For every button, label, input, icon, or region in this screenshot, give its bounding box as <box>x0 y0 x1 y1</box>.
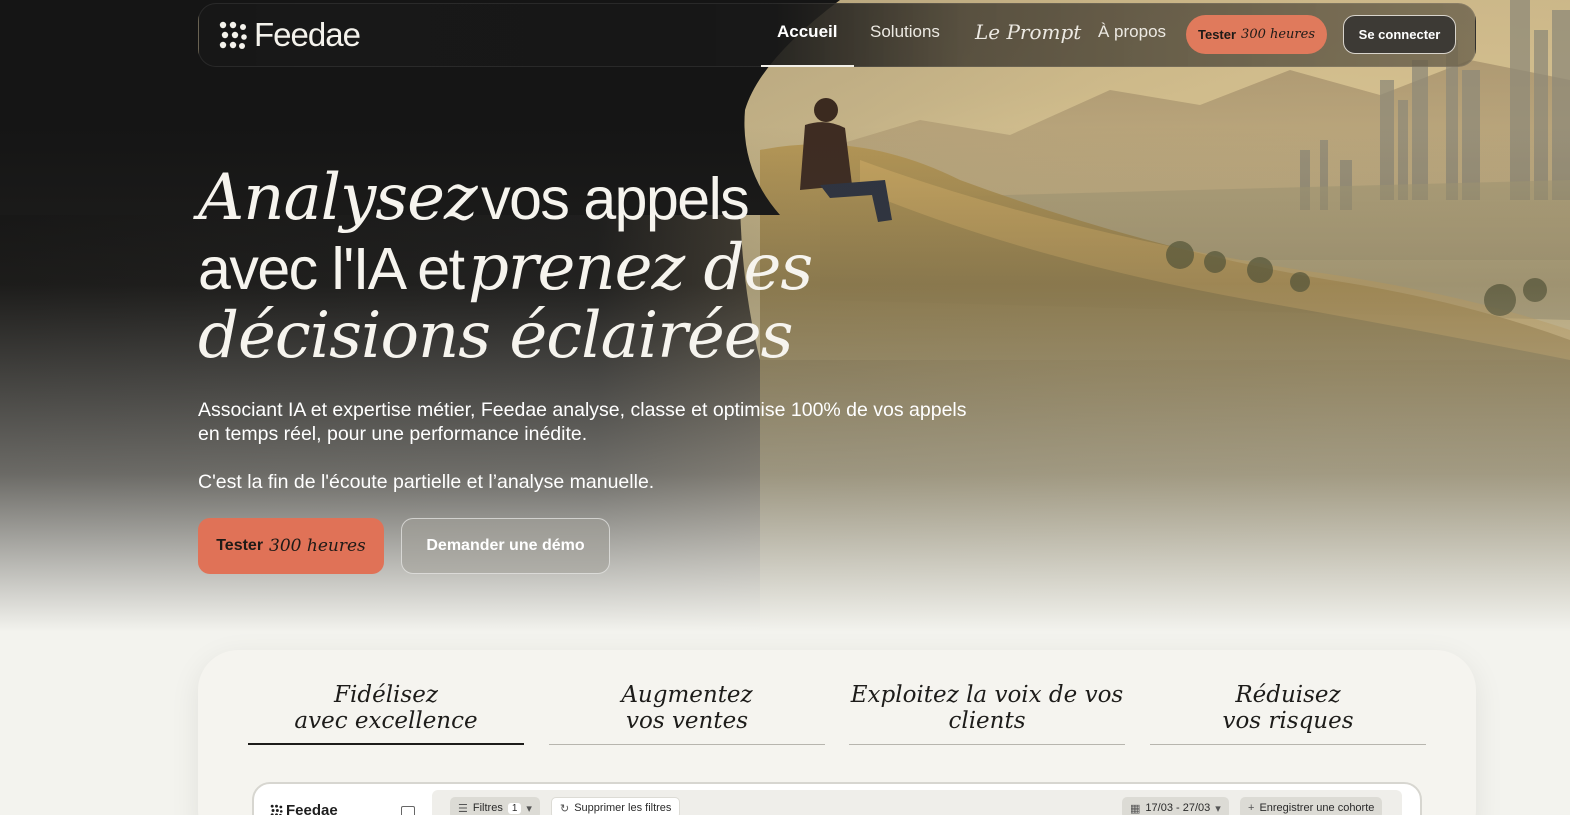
tab-augmentez-line1: Augmentez <box>621 682 753 708</box>
brand-name: Feedae <box>254 16 361 53</box>
app-preview-logo: Feedae <box>270 802 338 815</box>
tab-fidelisez-line1: Fidélisez <box>334 682 438 708</box>
tab-reduisez[interactable]: Réduisez vos risques <box>1150 682 1426 745</box>
save-cohort-label: Enregistrer une cohorte <box>1259 802 1375 814</box>
headline-plain-avec-ia: avec l'IA et <box>198 236 465 302</box>
headline-line-1: Analysez vos appels <box>198 166 750 232</box>
brand-logo[interactable]: Feedae <box>218 16 361 53</box>
login-button[interactable]: Se connecter <box>1343 15 1456 54</box>
plus-icon: + <box>1248 802 1255 814</box>
tab-reduisez-line1: Réduisez <box>1235 682 1341 708</box>
nav-link-solutions[interactable]: Solutions <box>870 22 940 42</box>
tab-exploitez[interactable]: Exploitez la voix de vos clients <box>849 682 1125 745</box>
app-logo-text: Feedae <box>286 802 338 815</box>
headline-line-2: avec l'IA et prenez des <box>198 236 813 302</box>
date-range-label: 17/03 - 27/03 <box>1145 802 1211 814</box>
clear-filters-label: Supprimer les filtres <box>574 802 672 814</box>
filter-sliders-icon: ☰ <box>458 802 468 815</box>
nav-link-accueil[interactable]: Accueil <box>777 22 837 42</box>
headline-italic-prenez: prenez des <box>467 231 813 305</box>
headline-line-3: décisions éclairées <box>198 304 793 368</box>
filters-button[interactable]: ☰ Filtres 1 ▾ <box>450 797 540 815</box>
filters-count-badge: 1 <box>507 802 522 814</box>
tab-fidelisez[interactable]: Fidélisez avec excellence <box>248 682 524 745</box>
tab-exploitez-line2: clients <box>948 708 1026 734</box>
tab-augmentez[interactable]: Augmentez vos ventes <box>549 682 825 745</box>
clear-filters-button[interactable]: ↻ Supprimer les filtres <box>551 797 681 815</box>
date-range-picker[interactable]: ▦ 17/03 - 27/03 ▾ <box>1122 797 1229 815</box>
chevron-down-icon: ▾ <box>1215 802 1221 815</box>
hero-subtitle-secondary: C'est la fin de l'écoute partielle et l’… <box>198 471 655 493</box>
nav-try-button[interactable]: Tester 300 heures <box>1186 15 1327 54</box>
hero-try-button[interactable]: Tester 300 heures <box>198 518 384 574</box>
calendar-icon: ▦ <box>1130 802 1141 815</box>
nav-try-label: Tester <box>1197 27 1237 42</box>
reset-icon: ↻ <box>560 802 570 815</box>
filters-label: Filtres <box>472 802 503 814</box>
tab-exploitez-line1: Exploitez la voix de vos <box>850 682 1124 708</box>
headline-italic-analysez: Analysez <box>198 161 478 235</box>
nav-link-a-propos[interactable]: À propos <box>1098 22 1166 42</box>
nav-active-indicator <box>761 65 854 67</box>
hero-try-label: Tester <box>216 537 264 554</box>
request-demo-button[interactable]: Demander une démo <box>401 518 610 574</box>
app-logo-icon <box>270 804 283 815</box>
headline-plain-vos-appels: vos appels <box>481 166 750 232</box>
hero-try-label-italic: 300 heures <box>269 536 366 556</box>
save-cohort-button[interactable]: + Enregistrer une cohorte <box>1240 797 1383 815</box>
feedae-logo-icon <box>219 21 247 49</box>
nav-link-le-prompt[interactable]: Le Prompt <box>975 20 1081 44</box>
headline-italic-decisions: décisions éclairées <box>198 299 793 373</box>
sidebar-toggle-icon[interactable] <box>401 806 415 815</box>
tab-reduisez-line2: vos risques <box>1222 708 1354 734</box>
nav-try-label-italic: 300 heures <box>1241 27 1316 42</box>
chevron-down-icon: ▾ <box>526 802 532 815</box>
tab-fidelisez-line2: avec excellence <box>294 708 478 734</box>
tab-augmentez-line2: vos ventes <box>625 708 749 734</box>
hero-subtitle: Associant IA et expertise métier, Feedae… <box>198 399 967 445</box>
